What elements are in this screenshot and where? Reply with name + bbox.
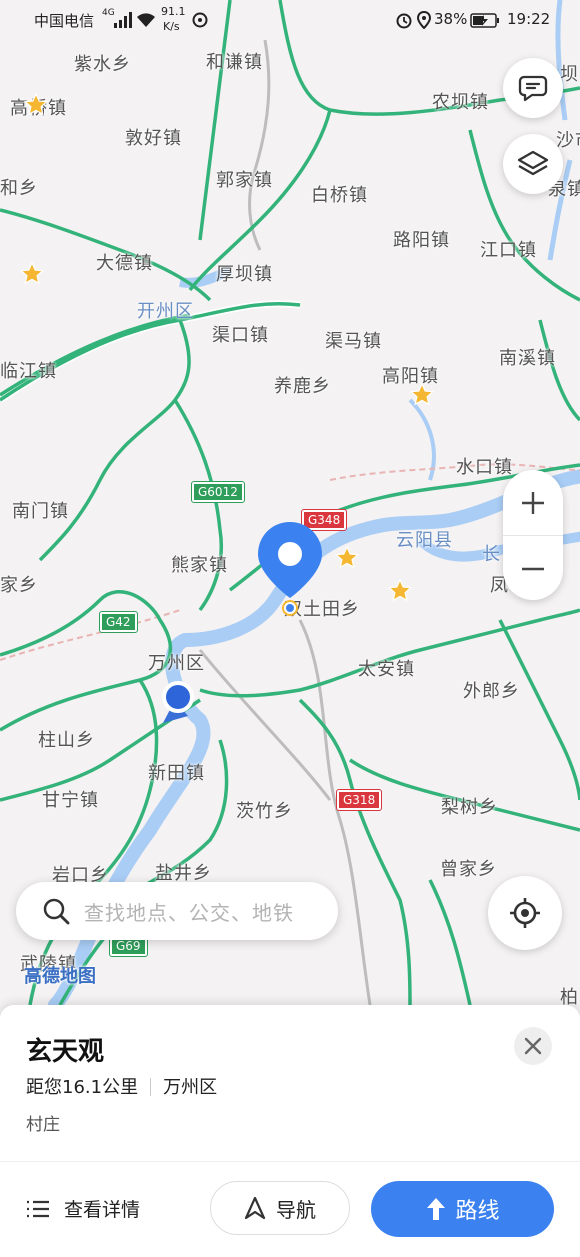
list-icon xyxy=(27,1200,49,1217)
map-label: 路阳镇 xyxy=(393,230,450,251)
data-saver-icon xyxy=(192,12,208,28)
map-label: 甘宁镇 xyxy=(42,790,99,811)
map-label: 渠口镇 xyxy=(212,325,269,346)
view-details-label: 查看详情 xyxy=(64,1199,141,1221)
divider xyxy=(0,1161,580,1162)
star-icon[interactable] xyxy=(20,262,44,286)
zoom-in-button[interactable] xyxy=(503,470,563,536)
highway-shield: G6012 xyxy=(191,481,245,503)
navigate-label: 导航 xyxy=(276,1197,316,1222)
map-label: 厚坝镇 xyxy=(216,264,273,285)
map-label: 外郎乡 xyxy=(463,681,520,702)
map-label: 白桥镇 xyxy=(311,185,368,206)
map-label: 敦好镇 xyxy=(125,128,182,149)
map-label: 和乡 xyxy=(0,178,38,199)
carrier-label: 中国电信 xyxy=(34,12,95,30)
map-view[interactable]: 紫水乡 和谦镇 高桥镇 农坝镇 敦好镇 沙市 郭家镇 白桥镇 和乡 路阳镇 江口… xyxy=(0,0,580,1005)
close-icon xyxy=(524,1037,542,1055)
minus-icon xyxy=(522,567,544,570)
search-bar[interactable]: 查找地点、公交、地铁 xyxy=(16,882,338,940)
location-status-icon xyxy=(417,11,431,29)
highway-shield: G318 xyxy=(335,789,383,811)
district-label: 万州区 xyxy=(163,1077,218,1098)
crosshair-icon xyxy=(510,898,540,928)
route-label: 路线 xyxy=(455,1199,500,1224)
star-icon[interactable] xyxy=(410,383,434,407)
map-label: 和谦镇 xyxy=(206,52,263,73)
distance-label: 距您16.1公里 xyxy=(26,1077,139,1098)
map-label: 养鹿乡 xyxy=(274,376,331,397)
navigate-button[interactable]: 导航 xyxy=(210,1181,350,1235)
locate-me-button[interactable] xyxy=(488,876,562,950)
map-label: 紫水乡 xyxy=(74,54,131,75)
search-icon xyxy=(43,898,70,925)
map-label: 曾家乡 xyxy=(440,859,497,880)
route-arrow-icon xyxy=(427,1198,446,1220)
map-label: 万州区 xyxy=(148,653,205,674)
alarm-icon xyxy=(396,13,412,29)
feedback-button[interactable] xyxy=(503,58,563,118)
network-speed: 91.1 xyxy=(161,5,186,18)
network-speed-unit: K/s xyxy=(163,20,180,33)
map-label: 沙市 xyxy=(556,130,580,151)
map-label: 江口镇 xyxy=(480,240,537,261)
map-label: 长 xyxy=(482,544,501,565)
view-details-button[interactable]: 查看详情 xyxy=(26,1195,140,1222)
message-icon xyxy=(518,75,548,102)
map-label: 农坝镇 xyxy=(432,92,489,113)
search-placeholder: 查找地点、公交、地铁 xyxy=(84,900,294,925)
battery-icon xyxy=(470,13,499,28)
map-label: 熊家镇 xyxy=(171,555,228,576)
star-icon[interactable] xyxy=(24,93,48,117)
layers-button[interactable] xyxy=(503,134,563,194)
navigation-arrow-icon xyxy=(244,1196,266,1220)
highway-shield: G42 xyxy=(99,611,138,633)
plus-icon xyxy=(522,491,544,514)
map-label: 开州区 xyxy=(137,301,194,322)
map-label: 郭家镇 xyxy=(216,170,273,191)
place-name: 玄天观 xyxy=(26,1037,105,1067)
map-label: 南门镇 xyxy=(12,501,69,522)
map-label: 坝 xyxy=(560,64,579,85)
place-card: 玄天观 距您16.1公里 万州区 村庄 查看详情 导航 路线 xyxy=(0,1005,580,1257)
map-label: 梨树乡 xyxy=(441,797,498,818)
map-label: 南溪镇 xyxy=(499,348,556,369)
signal-icon xyxy=(114,12,132,28)
map-label: 大德镇 xyxy=(96,253,153,274)
amap-logo: 高德地图 xyxy=(24,966,96,987)
place-meta: 距您16.1公里 万州区 xyxy=(26,1073,217,1099)
map-label: 茨竹乡 xyxy=(236,801,293,822)
map-label: 云阳县 xyxy=(396,530,453,551)
map-label: 柱山乡 xyxy=(38,730,95,751)
map-label: 家乡 xyxy=(0,575,38,596)
map-label: 临江镇 xyxy=(0,361,57,382)
divider xyxy=(150,1078,152,1096)
map-label: 渠马镇 xyxy=(325,331,382,352)
battery-percent: 38% xyxy=(434,10,468,28)
map-label: 柏 xyxy=(560,987,579,1005)
star-icon[interactable] xyxy=(388,579,412,603)
place-category: 村庄 xyxy=(26,1115,60,1135)
route-button[interactable]: 路线 xyxy=(371,1181,554,1237)
zoom-out-button[interactable] xyxy=(503,536,563,601)
star-icon[interactable] xyxy=(335,546,359,570)
close-button[interactable] xyxy=(514,1027,552,1065)
zoom-control xyxy=(503,470,563,600)
map-label: 太安镇 xyxy=(358,659,415,680)
wifi-icon xyxy=(137,13,155,27)
clock: 19:22 xyxy=(507,10,551,28)
layers-icon xyxy=(517,150,549,176)
network-type: 4G xyxy=(102,8,115,18)
location-pin-icon[interactable] xyxy=(256,520,324,620)
map-label: 新田镇 xyxy=(148,763,205,784)
status-bar: 中国电信 4G 91.1 K/s 38% 19:22 xyxy=(0,0,580,40)
